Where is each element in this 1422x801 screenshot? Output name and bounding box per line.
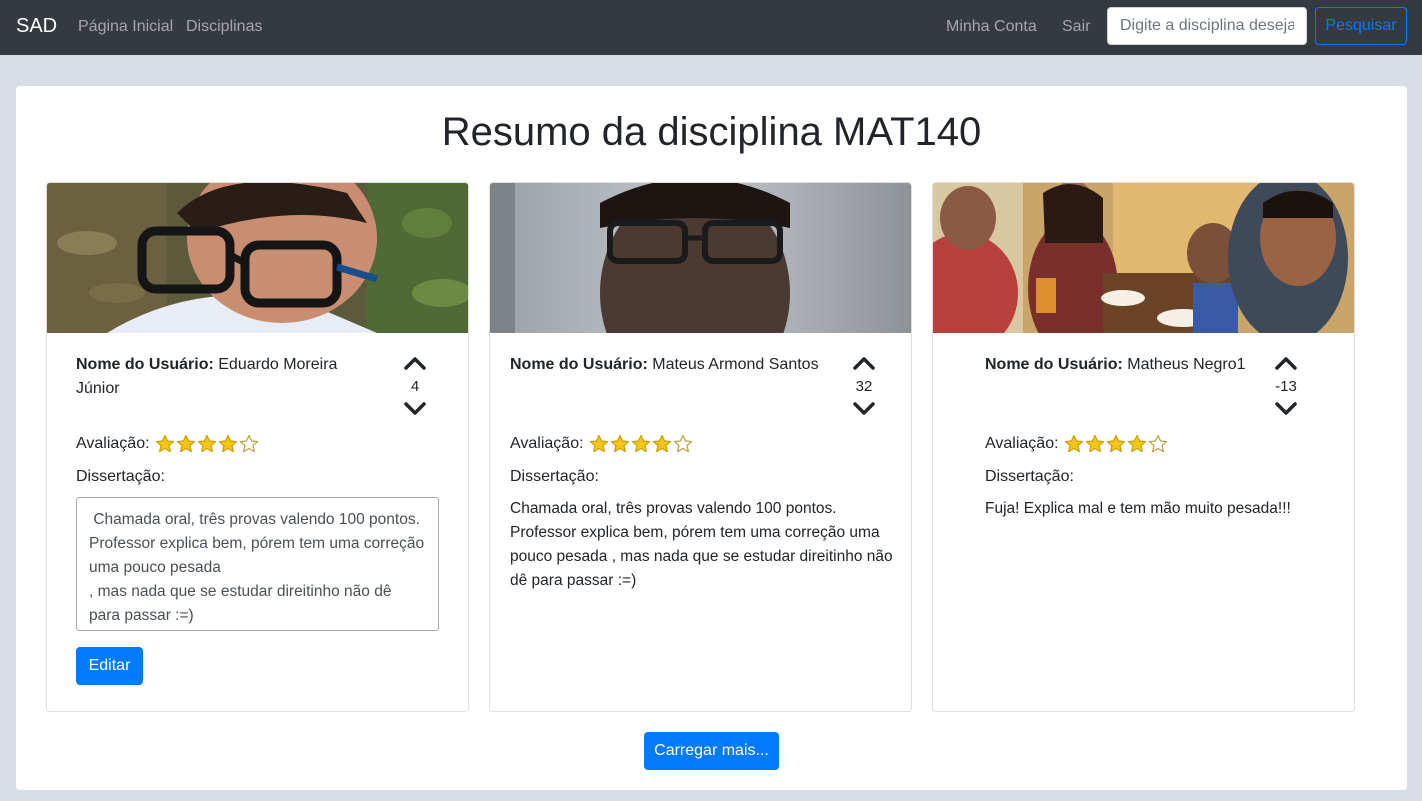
chevron-up-icon[interactable]	[852, 355, 876, 371]
search-input[interactable]	[1107, 7, 1307, 45]
nav-link-disciplines[interactable]: Disciplinas	[186, 18, 262, 36]
page-title: Resumo da disciplina MAT140	[441, 110, 982, 154]
nav-link-logout[interactable]: Sair	[1062, 18, 1090, 36]
rating-row: Avaliação:	[76, 434, 260, 454]
vote-widget: -13	[1266, 355, 1306, 417]
user-photo	[47, 183, 468, 333]
star-empty-icon	[1148, 434, 1167, 453]
star-filled-icon	[652, 434, 671, 453]
rating-stars	[1064, 434, 1169, 454]
vote-count: -13	[1275, 378, 1297, 395]
user-label: Nome do Usuário:	[76, 356, 214, 373]
dissertation-label: Dissertação:	[985, 468, 1074, 485]
vote-count: 4	[410, 378, 420, 395]
review-card: Nome do Usuário: Eduardo Moreira Júnior …	[46, 182, 469, 712]
main-container: Resumo da disciplina MAT140 Nome do Usuá…	[16, 86, 1407, 790]
star-filled-icon	[1085, 434, 1104, 453]
dissertation-text: Chamada oral, três provas valendo 100 po…	[510, 500, 893, 589]
review-card: Nome do Usuário: Matheus Negro1 -13 Aval…	[932, 182, 1355, 712]
user-name-line: Nome do Usuário: Matheus Negro1	[985, 353, 1265, 377]
star-filled-icon	[589, 434, 608, 453]
navbar: SAD Página Inicial Disciplinas Minha Con…	[0, 0, 1422, 55]
dissertation-label: Dissertação:	[76, 468, 165, 485]
user-label: Nome do Usuário:	[985, 356, 1123, 373]
user-name-line: Nome do Usuário: Mateus Armond Santos	[510, 353, 840, 377]
vote-widget: 4	[395, 355, 435, 417]
user-name: Matheus Negro1	[1127, 356, 1246, 373]
rating-label: Avaliação:	[510, 435, 584, 452]
card-body: Nome do Usuário: Eduardo Moreira Júnior …	[47, 333, 468, 711]
search-button[interactable]: Pesquisar	[1315, 7, 1407, 45]
rating-stars	[589, 434, 694, 454]
star-filled-icon	[176, 434, 195, 453]
user-label: Nome do Usuário:	[510, 356, 648, 373]
chevron-down-icon[interactable]	[1274, 401, 1298, 417]
chevron-down-icon[interactable]	[403, 401, 427, 417]
review-card: Nome do Usuário: Mateus Armond Santos 32…	[489, 182, 912, 712]
star-empty-icon	[673, 434, 692, 453]
dissertation-textarea[interactable]: Chamada oral, três provas valendo 100 po…	[76, 497, 439, 631]
brand-logo[interactable]: SAD	[16, 15, 57, 38]
user-photo	[933, 183, 1354, 333]
rating-label: Avaliação:	[985, 435, 1059, 452]
chevron-up-icon[interactable]	[1274, 355, 1298, 371]
star-filled-icon	[1064, 434, 1083, 453]
star-empty-icon	[239, 434, 258, 453]
card-body: Nome do Usuário: Mateus Armond Santos 32…	[490, 333, 911, 711]
edit-button[interactable]: Editar	[76, 647, 143, 685]
rating-row: Avaliação:	[510, 434, 694, 454]
rating-stars	[155, 434, 260, 454]
rating-label: Avaliação:	[76, 435, 150, 452]
nav-link-account[interactable]: Minha Conta	[946, 18, 1037, 36]
star-filled-icon	[197, 434, 216, 453]
user-photo	[490, 183, 911, 333]
user-name: Mateus Armond Santos	[652, 356, 819, 373]
dissertation-text: Fuja! Explica mal e tem mão muito pesada…	[985, 500, 1291, 517]
star-filled-icon	[218, 434, 237, 453]
vote-widget: 32	[844, 355, 884, 417]
card-body: Nome do Usuário: Matheus Negro1 -13 Aval…	[933, 333, 1354, 711]
nav-link-home[interactable]: Página Inicial	[78, 18, 173, 36]
dissertation-label: Dissertação:	[510, 468, 599, 485]
rating-row: Avaliação:	[985, 434, 1169, 454]
star-filled-icon	[1127, 434, 1146, 453]
star-filled-icon	[155, 434, 174, 453]
chevron-down-icon[interactable]	[852, 401, 876, 417]
star-filled-icon	[1106, 434, 1125, 453]
user-name-line: Nome do Usuário: Eduardo Moreira Júnior	[76, 353, 376, 401]
load-more-button[interactable]: Carregar mais...	[644, 732, 779, 770]
star-filled-icon	[610, 434, 629, 453]
vote-count: 32	[855, 378, 873, 395]
star-filled-icon	[631, 434, 650, 453]
chevron-up-icon[interactable]	[403, 355, 427, 371]
